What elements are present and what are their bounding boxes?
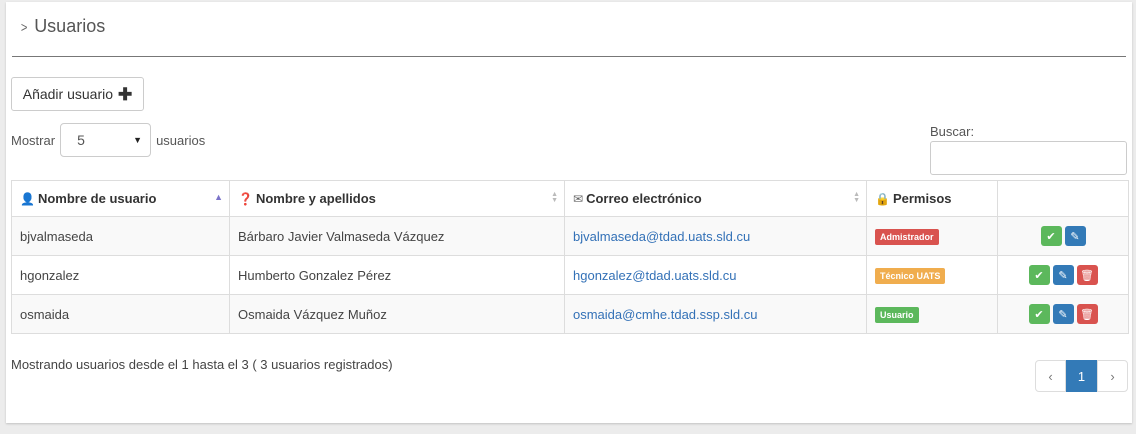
col-header-email[interactable]: ✉ Correo electrónico ▲ ▼ (564, 180, 867, 217)
sort-both-icon: ▲ ▼ (551, 191, 558, 204)
username-cell: bjvalmaseda (11, 216, 230, 256)
col-header-username-label: Nombre de usuario (37, 191, 157, 206)
pagination-prev-button[interactable]: ‹ (1035, 360, 1066, 392)
col-header-permissions-label: Permisos (892, 191, 952, 206)
pagination-next-button[interactable]: › (1097, 360, 1128, 392)
col-header-username[interactable]: 👤 Nombre de usuario ▲ (11, 180, 230, 217)
permissions-cell: Admistrador (866, 216, 998, 256)
email-link[interactable]: osmaida@cmhe.tdad.ssp.sld.cu (573, 307, 757, 322)
search-input[interactable] (930, 141, 1127, 175)
email-cell: bjvalmaseda@tdad.uats.sld.cu (564, 216, 867, 256)
col-header-email-label: Correo electrónico (586, 191, 702, 206)
delete-button[interactable]: 🗑 (1076, 265, 1098, 285)
col-header-permissions: 🔒 Permisos (866, 180, 998, 217)
table-row: bjvalmaseda Bárbaro Javier Valmaseda Váz… (11, 216, 1129, 256)
user-icon: 👤 (20, 192, 35, 206)
fullname-cell: Bárbaro Javier Valmaseda Vázquez (229, 216, 565, 256)
sort-asc-icon: ▲ (214, 192, 223, 202)
trash-icon: 🗑 (1080, 308, 1094, 321)
row-actions: ✔ ✎ 🗑 (1006, 304, 1120, 324)
users-table: 👤 Nombre de usuario ▲ ❓ Nombre y apellidos… (11, 180, 1129, 334)
check-icon: ✔ (1034, 308, 1044, 321)
fullname-cell: Osmaida Vázquez Muñoz (229, 294, 565, 334)
trash-icon: 🗑 (1080, 269, 1094, 282)
pagination: ‹ 1 › (1035, 360, 1128, 392)
actions-cell: ✔ ✎ 🗑 (997, 255, 1129, 295)
delete-button[interactable]: 🗑 (1076, 304, 1098, 324)
add-user-label: Añadir usuario (22, 86, 114, 102)
row-actions: ✔ ✎ 🗑 (1006, 265, 1120, 285)
role-badge: Técnico UATS (875, 267, 946, 284)
question-circle-icon: ❓ (238, 192, 253, 206)
length-prefix: Mostrar (11, 132, 56, 148)
page-title-text: Usuarios (34, 16, 106, 36)
username-cell: osmaida (11, 294, 230, 334)
table-header-row: 👤 Nombre de usuario ▲ ❓ Nombre y apellidos… (11, 180, 1129, 217)
edit-button[interactable]: ✎ (1064, 226, 1086, 246)
col-header-fullname[interactable]: ❓ Nombre y apellidos ▲ ▼ (229, 180, 565, 217)
username-cell: hgonzalez (11, 255, 230, 295)
edit-button[interactable]: ✎ (1052, 304, 1074, 324)
approve-button[interactable]: ✔ (1028, 304, 1050, 324)
pagination-page-button[interactable]: 1 (1066, 360, 1097, 392)
page-length-value: 5 (77, 132, 85, 148)
table-row: osmaida Osmaida Vázquez Muñoz osmaida@cm… (11, 294, 1129, 334)
role-badge: Admistrador (875, 228, 939, 245)
email-link[interactable]: bjvalmaseda@tdad.uats.sld.cu (573, 229, 750, 244)
email-cell: hgonzalez@tdad.uats.sld.cu (564, 255, 867, 295)
col-header-fullname-label: Nombre y apellidos (255, 191, 376, 206)
table-row: hgonzalez Humberto Gonzalez Pérez hgonza… (11, 255, 1129, 295)
approve-button[interactable]: ✔ (1028, 265, 1050, 285)
email-link[interactable]: hgonzalez@tdad.uats.sld.cu (573, 268, 737, 283)
title-divider (12, 56, 1126, 57)
page-title: > Usuarios (20, 16, 105, 37)
approve-button[interactable]: ✔ (1040, 226, 1062, 246)
add-user-button[interactable]: Añadir usuario ✚ (11, 77, 144, 111)
pencil-icon: ✎ (1058, 308, 1068, 321)
envelope-icon: ✉ (573, 192, 584, 206)
page-length-select[interactable]: 5 ▼ (60, 123, 152, 157)
chevron-right-icon: > (20, 18, 28, 35)
lock-icon: 🔒 (875, 192, 890, 206)
users-panel: > Usuarios Añadir usuario ✚ Mostrar 5 ▼ … (6, 2, 1132, 423)
page-length-control: Mostrar 5 ▼ usuarios (11, 123, 205, 157)
length-suffix: usuarios (156, 132, 206, 148)
actions-cell: ✔ ✎ 🗑 (997, 294, 1129, 334)
fullname-cell: Humberto Gonzalez Pérez (229, 255, 565, 295)
permissions-cell: Usuario (866, 294, 998, 334)
table-info: Mostrando usuarios desde el 1 hasta el 3… (11, 357, 393, 372)
pencil-icon: ✎ (1058, 269, 1068, 282)
row-actions: ✔ ✎ (1006, 226, 1120, 246)
plus-icon: ✚ (118, 84, 133, 104)
pencil-icon: ✎ (1070, 230, 1080, 243)
check-icon: ✔ (1046, 230, 1056, 243)
role-badge: Usuario (875, 306, 919, 323)
permissions-cell: Técnico UATS (866, 255, 998, 295)
check-icon: ✔ (1034, 269, 1044, 282)
col-header-actions (997, 180, 1129, 217)
edit-button[interactable]: ✎ (1052, 265, 1074, 285)
sort-both-icon: ▲ ▼ (853, 191, 860, 204)
actions-cell: ✔ ✎ (997, 216, 1129, 256)
search-label: Buscar: (930, 124, 975, 139)
email-cell: osmaida@cmhe.tdad.ssp.sld.cu (564, 294, 867, 334)
chevron-down-icon: ▼ (133, 135, 143, 145)
